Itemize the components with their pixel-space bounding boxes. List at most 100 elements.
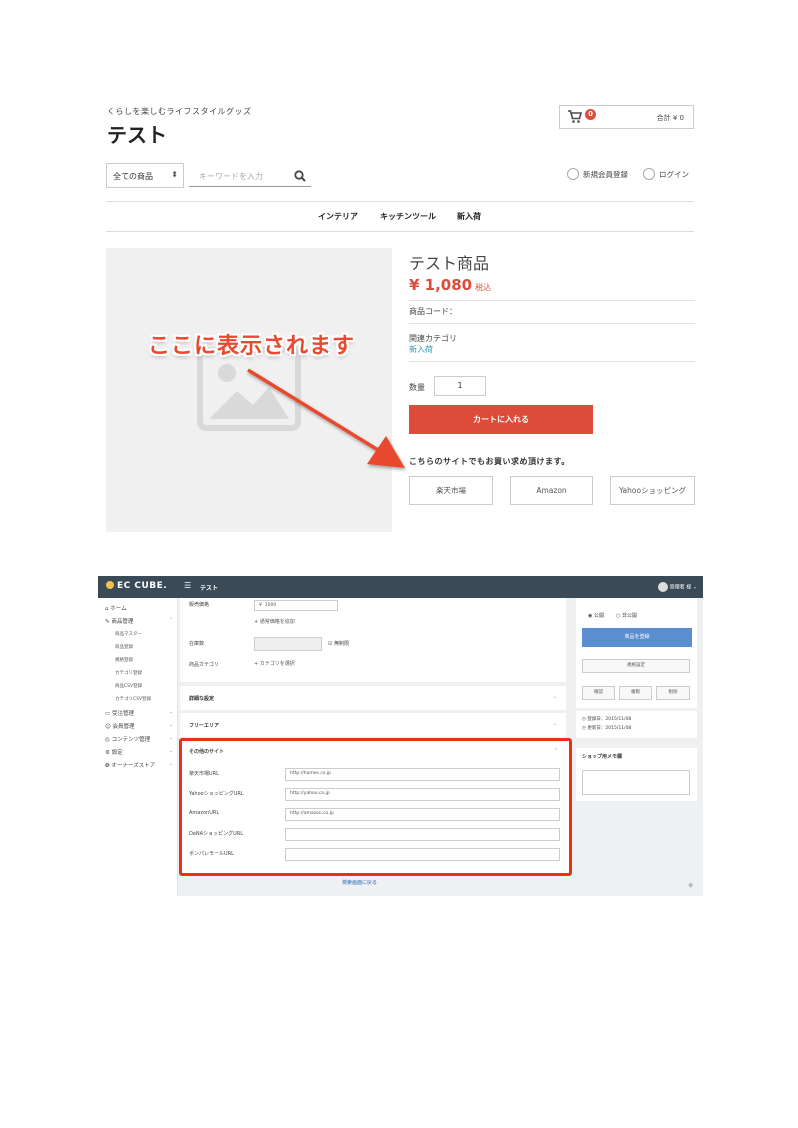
store-tagline: くらしを楽しむライフスタイルグッズ [107, 107, 252, 116]
section-detail-settings[interactable]: 詳細な設定 ⌄ [180, 686, 566, 710]
select-category-link[interactable]: + カテゴリを選択 [254, 660, 295, 667]
avatar [657, 582, 668, 592]
scroll-top-icon[interactable]: ◆ [688, 881, 693, 889]
private-label: 非公開 [621, 613, 637, 619]
admin-sidebar: ⌂ ホーム ✎ 商品管理 ⌃ 商品マスター 商品登録 規格登録 カテゴリ登録 商品… [98, 598, 178, 896]
price-label: 販売価格 [189, 602, 210, 608]
memo-card: ショップ用メモ欄 [576, 748, 697, 801]
sidebar-item-label: 会員管理 [112, 724, 135, 730]
dates-card: ◷ 登録日：2015/11/08 ◷ 更新日：2015/11/08 [576, 711, 697, 738]
sidebar-item-home[interactable]: ⌂ ホーム [105, 604, 127, 612]
memo-textarea[interactable] [582, 770, 690, 795]
product-code: 商品コード： [409, 307, 457, 316]
chevron-down-icon: ⌄ [169, 722, 174, 728]
sidebar-item-settings[interactable]: ⚙ 設定 ⌄ [105, 748, 173, 756]
related-category-link[interactable]: 新入荷 [409, 344, 433, 355]
sidebar-item-label: 受注管理 [111, 711, 134, 717]
site-button-yahoo[interactable]: Yahooショッピング [610, 476, 695, 505]
sidebar-item-label: オーナーズストア [111, 763, 156, 769]
chevron-down-icon: ⌄ [552, 694, 557, 700]
callout-arrow [247, 368, 405, 468]
cart-icon: ▭ [105, 711, 112, 717]
section-title: 詳細な設定 [189, 696, 215, 702]
updated-date: ◷ 更新日：2015/11/08 [582, 725, 631, 731]
product-name: テスト商品 [409, 254, 490, 273]
divider-top [106, 201, 694, 202]
category-select[interactable]: 全ての商品 ⬍ [106, 163, 184, 188]
copy-button[interactable]: 複製 [619, 686, 652, 700]
price-input[interactable]: ¥ 1000 [254, 600, 338, 611]
nav-new[interactable]: 新入荷 [457, 211, 481, 222]
cart-widget[interactable]: 0 合計 ¥ 0 [559, 105, 694, 129]
basic-info-card: 販売価格 ¥ 1000 + 通常価格を追加 在庫数 ☑ 無制限 商品カテゴリ +… [180, 598, 566, 682]
add-to-cart-button[interactable]: カートに入れる [409, 405, 593, 434]
related-category-label: 関連カテゴリ [409, 334, 457, 343]
admin-header-title: テスト [200, 585, 219, 592]
tax-label: 税込 [475, 283, 492, 292]
sidebar-item-orders[interactable]: ▭ 受注管理 ⌄ [105, 709, 173, 717]
sidebar-item-members[interactable]: ☺ 会員管理 ⌄ [105, 722, 173, 730]
signup-label: 新規会員登録 [583, 170, 628, 179]
chevron-down-icon: ⌄ [169, 761, 174, 767]
price-input-value: 1000 [264, 603, 277, 608]
delete-button[interactable]: 削除 [656, 686, 690, 700]
chevron-down-icon: ⌄ [692, 584, 697, 591]
back-to-search-link[interactable]: 検索画面に戻る [342, 879, 377, 886]
menu-icon[interactable]: ☰ [184, 581, 191, 590]
cart-icon [568, 110, 582, 123]
divider-nav [106, 231, 694, 232]
admin-logo-text: EC CUBE. [117, 581, 168, 591]
signup-link[interactable]: 新規会員登録 [567, 168, 628, 181]
admin-user-menu[interactable]: 管理者 様 ⌄ [657, 582, 697, 592]
unlimited-checkbox[interactable]: ☑ 無制限 [328, 640, 349, 647]
created-date: ◷ 登録日：2015/11/08 [582, 716, 631, 722]
store-title[interactable]: テスト [107, 119, 167, 148]
sidebar-item-owners-store[interactable]: ❂ オーナーズストア ⌄ [105, 761, 173, 769]
login-link[interactable]: ログイン [643, 168, 689, 181]
cart-count-badge: 0 [585, 109, 596, 120]
spec-settings-button[interactable]: 規格設定 [582, 659, 690, 673]
created-date-text: 登録日：2015/11/08 [587, 717, 632, 722]
nav-interior[interactable]: インテリア [318, 211, 358, 222]
lock-icon [643, 168, 655, 180]
sidebar-item-label: 商品管理 [111, 619, 134, 625]
divider [409, 361, 695, 362]
confirm-button[interactable]: 確認 [582, 686, 615, 700]
public-radio[interactable]: ◉ 公開 [588, 612, 604, 619]
search-icon[interactable] [294, 170, 306, 182]
chevron-down-icon: ⌄ [169, 748, 174, 754]
sidebar-item-product-register[interactable]: 商品登録 [115, 644, 133, 650]
public-label: 公開 [593, 613, 604, 619]
stock-label: 在庫数 [189, 641, 205, 647]
sidebar-item-contents[interactable]: ◎ コンテンツ管理 ⌄ [105, 735, 173, 743]
sidebar-item-label: ホーム [110, 606, 127, 612]
login-label: ログイン [659, 170, 689, 179]
logo-dot-icon [106, 580, 114, 589]
stock-input[interactable] [254, 637, 322, 651]
gear-icon: ⚙ [105, 750, 112, 756]
buy-elsewhere-title: こちらのサイトでもお買い求め頂けます。 [409, 457, 570, 466]
site-button-rakuten[interactable]: 楽天市場 [409, 476, 493, 505]
price-value: ¥ 1,080 [409, 276, 473, 294]
sidebar-item-category-register[interactable]: カテゴリ登録 [115, 670, 142, 676]
sidebar-item-label: コンテンツ管理 [111, 737, 151, 743]
sidebar-item-category-csv[interactable]: カテゴリCSV登録 [115, 696, 151, 702]
sidebar-item-product-csv[interactable]: 商品CSV登録 [115, 683, 142, 689]
private-radio[interactable]: ○ 非公開 [616, 612, 637, 619]
register-product-button[interactable]: 商品を登録 [582, 628, 692, 647]
currency-label: ¥ [259, 603, 262, 608]
sidebar-item-spec-register[interactable]: 規格登録 [115, 657, 133, 663]
cart-total: 合計 ¥ 0 [656, 114, 684, 122]
quantity-input[interactable]: 1 [434, 376, 486, 396]
updated-date-text: 更新日：2015/11/08 [587, 726, 632, 731]
section-free-area[interactable]: フリーエリア ⌄ [180, 713, 566, 737]
add-normal-price-link[interactable]: + 通常価格を追加 [254, 618, 295, 625]
search-input[interactable]: キーワードを入力 [189, 165, 311, 187]
sidebar-item-label: 設定 [111, 750, 123, 756]
sidebar-item-product-master[interactable]: 商品マスター [115, 631, 142, 637]
chevron-up-icon: ⌃ [169, 617, 174, 623]
site-button-amazon[interactable]: Amazon [510, 476, 593, 505]
sidebar-item-products[interactable]: ✎ 商品管理 ⌃ [105, 617, 173, 625]
admin-logo[interactable]: EC CUBE. [106, 580, 168, 591]
nav-kitchen[interactable]: キッチンツール [380, 211, 436, 222]
